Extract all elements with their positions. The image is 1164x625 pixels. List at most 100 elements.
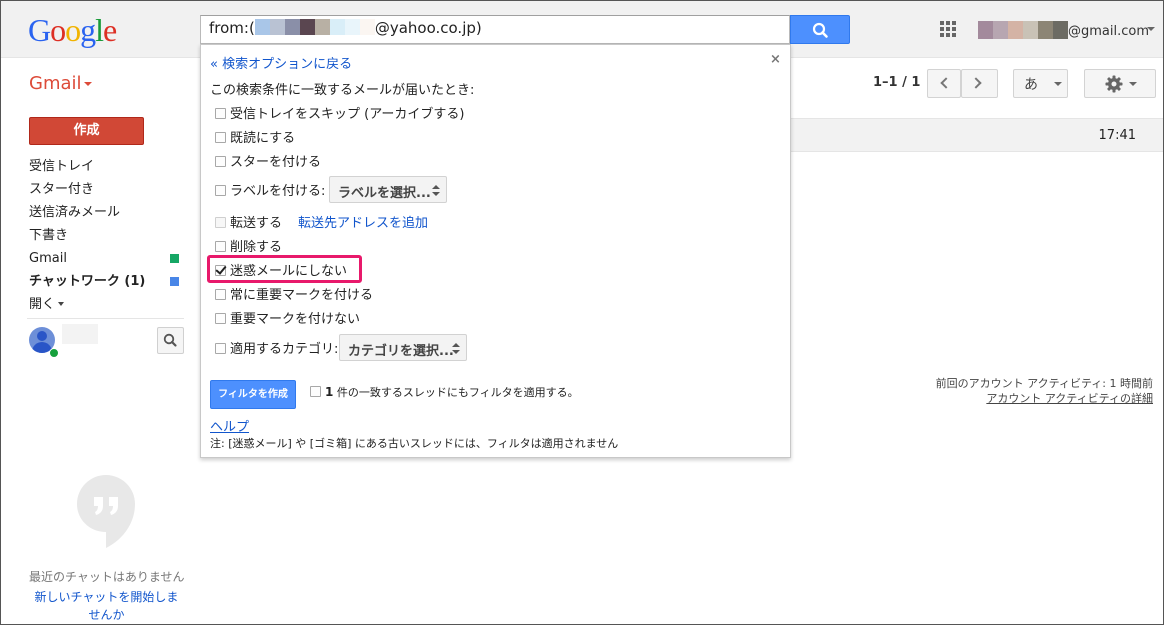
add-forwarding-address-link[interactable]: 転送先アドレスを追加 — [298, 216, 428, 231]
apply-to-matching-checkbox[interactable] — [310, 386, 321, 397]
label-select-value: ラベルを選択... — [338, 186, 431, 201]
redacted-block — [978, 21, 993, 39]
redacted-block — [299, 19, 315, 35]
search-icon — [812, 22, 828, 38]
table-row[interactable]: 17:41 — [790, 118, 1163, 152]
logo-letter: o — [65, 12, 81, 48]
account-switcher[interactable]: @gmail.com — [978, 21, 1149, 39]
chevron-down-icon[interactable] — [84, 82, 92, 86]
search-query-prefix: from:( — [209, 19, 255, 37]
option-label: 転送する — [230, 216, 283, 231]
chevron-down-icon — [1054, 82, 1062, 86]
mark-read-checkbox[interactable] — [215, 132, 226, 143]
logo-letter: l — [95, 12, 104, 48]
sidebar-item-inbox[interactable]: 受信トレイ — [29, 155, 184, 178]
select-arrows-icon — [432, 185, 440, 196]
label-color-swatch[interactable] — [170, 254, 179, 263]
logo-letter: G — [28, 12, 51, 48]
sidebar-more-toggle[interactable]: 開く — [29, 293, 184, 316]
redacted-block — [254, 19, 270, 35]
option-apply-label[interactable]: ラベルを付ける: — [215, 180, 325, 199]
pagination-range: 1–1 / 1 — [873, 75, 921, 90]
account-email-suffix: @gmail.com — [1068, 24, 1150, 39]
redacted-block — [314, 19, 330, 35]
option-forward[interactable]: 転送する 転送先アドレスを追加 — [215, 212, 428, 231]
sidebar-item-starred[interactable]: スター付き — [29, 178, 184, 201]
sidebar-item-label: スター付き — [29, 182, 95, 197]
search-icon — [163, 333, 177, 347]
redacted-block — [329, 19, 345, 35]
option-label: 受信トレイをスキップ (アーカイブする) — [230, 107, 465, 122]
category-checkbox[interactable] — [215, 343, 226, 354]
create-filter-button[interactable]: フィルタを作成 — [210, 380, 296, 409]
chevron-right-icon — [970, 77, 982, 89]
never-important-checkbox[interactable] — [215, 313, 226, 324]
apps-grid-icon[interactable] — [940, 21, 957, 38]
sidebar-item-label-gmail[interactable]: Gmail — [29, 247, 184, 270]
back-to-search-options-link[interactable]: « 検索オプションに戻る — [210, 53, 352, 72]
gmail-app-menu[interactable]: Gmail — [29, 73, 82, 94]
search-input[interactable]: from:( @yahoo.co.jp) — [200, 15, 790, 44]
close-icon[interactable]: × — [770, 52, 781, 67]
redacted-block — [284, 19, 300, 35]
sidebar-item-drafts[interactable]: 下書き — [29, 224, 184, 247]
forward-checkbox[interactable] — [215, 217, 226, 228]
star-checkbox[interactable] — [215, 156, 226, 167]
skip-inbox-checkbox[interactable] — [215, 108, 226, 119]
apply-label-checkbox[interactable] — [215, 185, 226, 196]
older-button[interactable] — [961, 69, 998, 98]
no-recent-chats-text: 最近のチャットはありません — [29, 570, 185, 584]
delete-checkbox[interactable] — [215, 241, 226, 252]
option-always-important[interactable]: 常に重要マークを付ける — [215, 284, 373, 303]
option-category[interactable]: 適用するカテゴリ: — [215, 338, 338, 357]
option-label: スターを付ける — [230, 155, 322, 170]
option-label: 重要マークを付けない — [230, 312, 361, 327]
always-important-checkbox[interactable] — [215, 289, 226, 300]
gear-icon — [1105, 75, 1123, 93]
mail-time: 17:41 — [1098, 128, 1136, 143]
settings-button[interactable] — [1084, 69, 1156, 98]
apply-to-matching-label: 件の一致するスレッドにもフィルタを適用する。 — [333, 386, 579, 399]
create-filter-dialog: × « 検索オプションに戻る この検索条件に一致するメールが届いたとき: 受信ト… — [200, 44, 791, 458]
option-label: 既読にする — [230, 131, 296, 146]
last-activity-text: 前回のアカウント アクティビティ: 1 時間前 — [935, 377, 1153, 390]
activity-details-link[interactable]: アカウント アクティビティの詳細 — [936, 391, 1153, 406]
newer-button[interactable] — [927, 69, 961, 98]
option-label: 削除する — [230, 240, 283, 255]
highlight-box — [207, 255, 362, 283]
category-select[interactable]: カテゴリを選択... — [339, 334, 467, 361]
sidebar-item-sent[interactable]: 送信済みメール — [29, 201, 184, 224]
compose-button[interactable]: 作成 — [29, 117, 144, 145]
help-link[interactable]: ヘルプ — [210, 416, 249, 435]
chevron-left-icon — [940, 77, 952, 89]
option-mark-read[interactable]: 既読にする — [215, 127, 296, 146]
chevron-down-icon[interactable] — [1147, 27, 1155, 31]
search-button[interactable] — [790, 15, 850, 44]
search-query-suffix: @yahoo.co.jp) — [374, 19, 482, 37]
google-logo[interactable]: Google — [28, 12, 117, 49]
option-star[interactable]: スターを付ける — [215, 151, 322, 170]
option-never-important[interactable]: 重要マークを付けない — [215, 308, 361, 327]
chevron-down-icon — [58, 302, 65, 306]
redacted-block — [344, 19, 360, 35]
label-select[interactable]: ラベルを選択... — [329, 176, 447, 203]
account-activity: 前回のアカウント アクティビティ: 1 時間前 アカウント アクティビティの詳細 — [936, 376, 1153, 406]
option-apply-to-matching[interactable]: 1 件の一致するスレッドにもフィルタを適用する。 — [310, 384, 579, 400]
account-name-redacted — [978, 21, 1068, 39]
sidebar-item-label: 送信済みメール — [29, 205, 121, 220]
filter-intro-text: この検索条件に一致するメールが届いたとき: — [210, 83, 475, 98]
option-delete[interactable]: 削除する — [215, 236, 283, 255]
input-tools-button[interactable]: あ — [1013, 69, 1068, 98]
option-skip-inbox[interactable]: 受信トレイをスキップ (アーカイブする) — [215, 103, 465, 122]
label-color-swatch[interactable] — [170, 277, 179, 286]
hangouts-icon — [77, 475, 135, 548]
category-select-value: カテゴリを選択... — [348, 344, 454, 359]
start-chat-link[interactable]: 新しいチャットを開始しませんか — [29, 588, 184, 624]
sidebar-item-label: 受信トレイ — [29, 159, 95, 174]
chat-search-button[interactable] — [157, 327, 184, 354]
redacted-block — [1053, 21, 1068, 39]
presence-indicator — [49, 348, 59, 358]
sidebar-item-label-chatwork[interactable]: チャットワーク (1) — [29, 270, 184, 293]
redacted-block — [1023, 21, 1038, 39]
redacted-block — [269, 19, 285, 35]
